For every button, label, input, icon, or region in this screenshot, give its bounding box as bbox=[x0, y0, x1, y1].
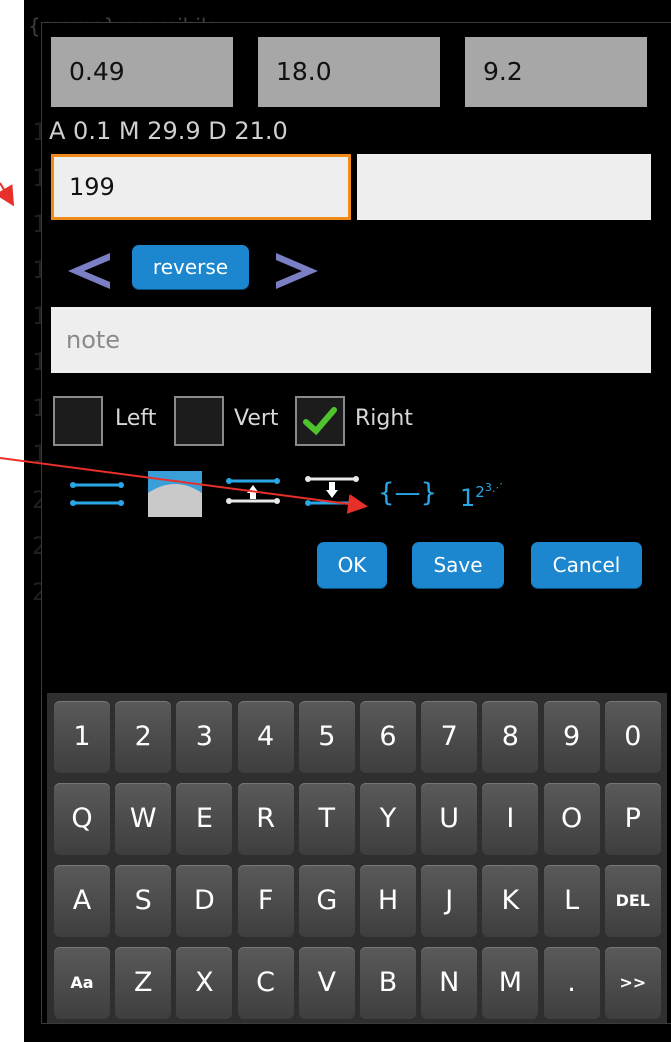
annotation-overlay bbox=[0, 182, 368, 514]
annotation-arrow-to-station bbox=[0, 182, 15, 207]
annotation-arrow-to-braces bbox=[0, 457, 368, 514]
